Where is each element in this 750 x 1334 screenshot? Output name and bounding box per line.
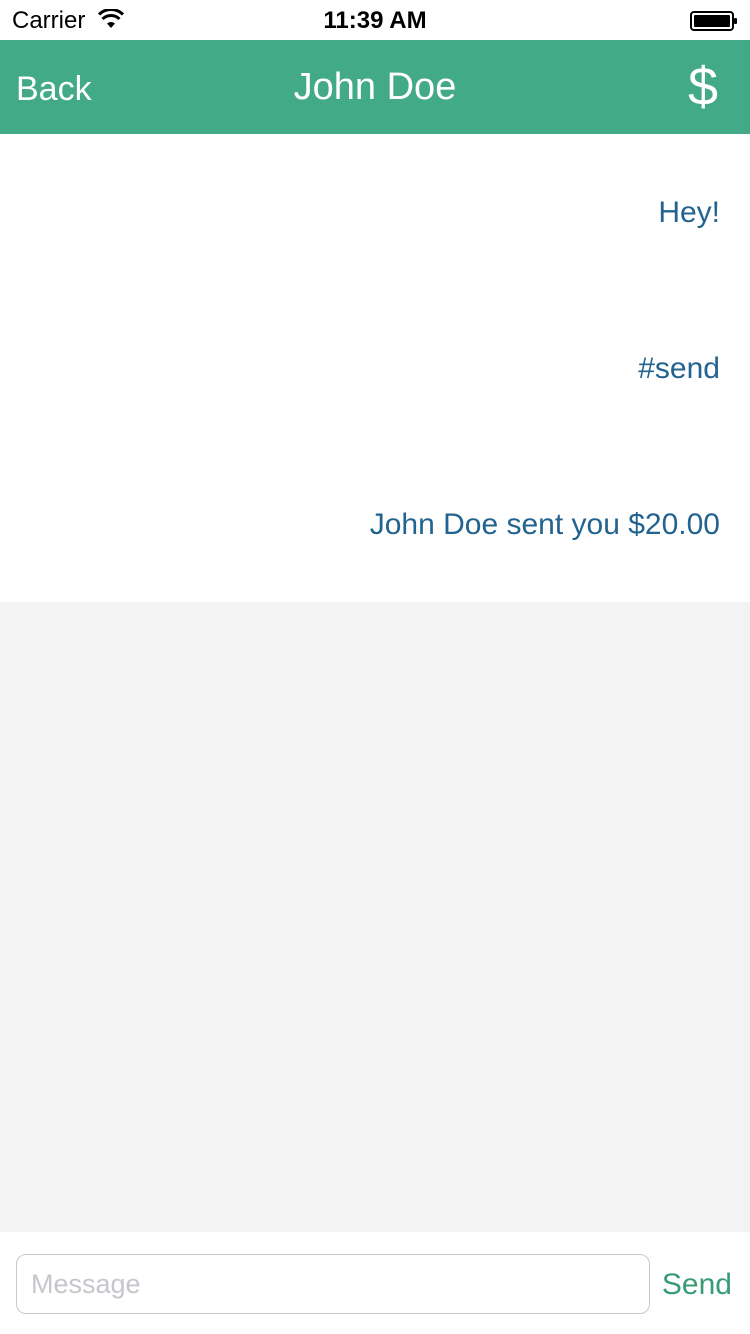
status-bar: Carrier 11:39 AM (0, 0, 750, 40)
status-time: 11:39 AM (323, 7, 427, 34)
message-input[interactable] (16, 1254, 650, 1314)
message-item: John Doe sent you $20.00 (369, 508, 720, 541)
dollar-icon[interactable]: $ (688, 56, 718, 118)
empty-area (0, 602, 750, 1232)
message-item: Hey! (658, 196, 720, 229)
navigation-bar: Back John Doe $ (0, 40, 750, 134)
page-title: John Doe (293, 66, 457, 108)
message-list: Hey! #send John Doe sent you $20.00 (0, 134, 750, 602)
send-button[interactable]: Send (662, 1268, 732, 1302)
battery-icon (690, 11, 737, 31)
message-item: #send (638, 352, 720, 385)
composer-bar: Send (0, 1232, 750, 1334)
